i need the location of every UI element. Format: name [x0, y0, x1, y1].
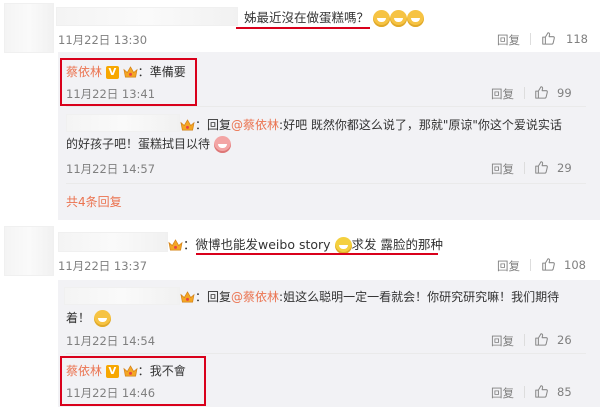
divider: [530, 33, 531, 45]
thumbs-up-icon[interactable]: [534, 85, 548, 99]
reply-button[interactable]: 回复: [497, 258, 520, 274]
vip-crown-icon: [168, 239, 183, 252]
reply-prefix: ：回复: [195, 290, 232, 304]
mention-link[interactable]: @蔡依林: [231, 118, 279, 132]
timestamp: 11月22日 13:37: [58, 259, 148, 273]
highlight-underline: [196, 253, 438, 255]
thumbs-up-icon[interactable]: [534, 160, 548, 174]
grinning-emoji-icon: [390, 10, 407, 27]
divider: [66, 106, 586, 107]
mention-link[interactable]: @蔡依林: [231, 290, 279, 304]
reply-button[interactable]: 回复: [491, 333, 514, 349]
reply-text-line1: :好吧 既然你都这么说了，那就"原谅"你这个爱说实话: [279, 118, 562, 132]
thumbs-up-icon[interactable]: [541, 257, 555, 271]
divider: [524, 386, 525, 398]
divider: [524, 87, 525, 99]
reply-text-line2: 的好孩子吧！蛋糕拭目以待: [66, 137, 211, 151]
comment-text: 姊最近沒在做蛋糕嗎？: [244, 7, 424, 27]
thumbs-up-icon[interactable]: [541, 31, 555, 45]
comment-text: ：微博也能发weibo story 求发 露脸的那种: [168, 234, 443, 254]
comment-prefix: ：: [183, 237, 196, 252]
reply-button[interactable]: 回复: [497, 32, 520, 48]
avatar[interactable]: [4, 3, 54, 53]
like-count: 26: [557, 333, 572, 347]
reply-button[interactable]: 回复: [491, 161, 514, 177]
like-count: 85: [557, 385, 572, 399]
thumbs-up-icon[interactable]: [534, 332, 548, 346]
divider: [66, 353, 586, 354]
reply-username[interactable]: 蔡依林: [66, 364, 102, 378]
comment-body: 姊最近沒在做蛋糕嗎？: [244, 10, 370, 25]
reply-button[interactable]: 回复: [491, 385, 514, 401]
divider: [524, 162, 525, 174]
thumbs-up-icon[interactable]: [534, 384, 548, 398]
divider: [66, 183, 586, 184]
comment-body-a: 微博也能发weibo story: [195, 237, 331, 252]
reply-button[interactable]: 回复: [491, 86, 514, 102]
avatar[interactable]: [4, 226, 54, 276]
reply-text-line2: 着！: [66, 311, 91, 325]
vip-crown-icon: [123, 365, 138, 378]
vip-crown-icon: [123, 66, 138, 79]
timestamp: 11月22日 13:30: [58, 33, 148, 47]
reply-body: ：回复@蔡依林:姐这么聪明一定一看就会！你研究研究嘛！我们期待: [180, 288, 559, 305]
timestamp: 11月22日 13:41: [66, 87, 156, 101]
reply-text-line2-wrap: 的好孩子吧！蛋糕拭目以待: [66, 135, 231, 153]
cake-emoji-icon: [213, 136, 231, 153]
reply-body: ：回复@蔡依林:好吧 既然你都这么说了，那就"原谅"你这个爱说实话: [180, 115, 562, 135]
blurred-username[interactable]: [66, 114, 180, 132]
like-count: 118: [566, 32, 588, 46]
blurred-username[interactable]: [56, 7, 238, 26]
reply-header: 蔡依林 V ：準備要: [66, 63, 186, 80]
reply-text-line2-wrap: 着！: [66, 309, 111, 327]
reply-text-line1: :姐这么聪明一定一看就会！你研究研究嘛！我们期待: [279, 290, 560, 304]
verified-v-icon: V: [105, 365, 119, 378]
blurred-username[interactable]: [58, 232, 168, 252]
timestamp: 11月22日 14:57: [66, 162, 156, 176]
minion-emoji-icon: [334, 237, 352, 254]
timestamp: 11月22日 14:46: [66, 386, 156, 400]
reply-username[interactable]: 蔡依林: [66, 65, 102, 79]
grinning-emoji-icon: [407, 10, 424, 27]
like-count: 29: [557, 161, 572, 175]
blurred-username[interactable]: [64, 287, 180, 305]
reply-prefix: ：回复: [195, 118, 232, 132]
separator: ：: [137, 364, 150, 378]
comment-body-b: 求发 露脸的那种: [351, 237, 444, 252]
reply-text: 準備要: [149, 65, 186, 79]
verified-v-icon: V: [105, 66, 119, 79]
like-count: 99: [557, 86, 572, 100]
grinning-emoji-icon: [93, 310, 111, 327]
highlight-underline: [236, 27, 370, 29]
reply-header: 蔡依林 V ：我不會: [66, 362, 186, 379]
like-count: 108: [564, 258, 586, 272]
reply-text: 我不會: [149, 364, 186, 378]
separator: ：: [137, 65, 150, 79]
timestamp: 11月22日 14:54: [66, 334, 156, 348]
more-replies-link[interactable]: 共4条回复: [66, 193, 122, 210]
grinning-emoji-icon: [373, 10, 390, 27]
divider: [530, 259, 531, 271]
vip-crown-icon: [180, 119, 195, 132]
vip-crown-icon: [180, 291, 195, 304]
divider: [524, 334, 525, 346]
